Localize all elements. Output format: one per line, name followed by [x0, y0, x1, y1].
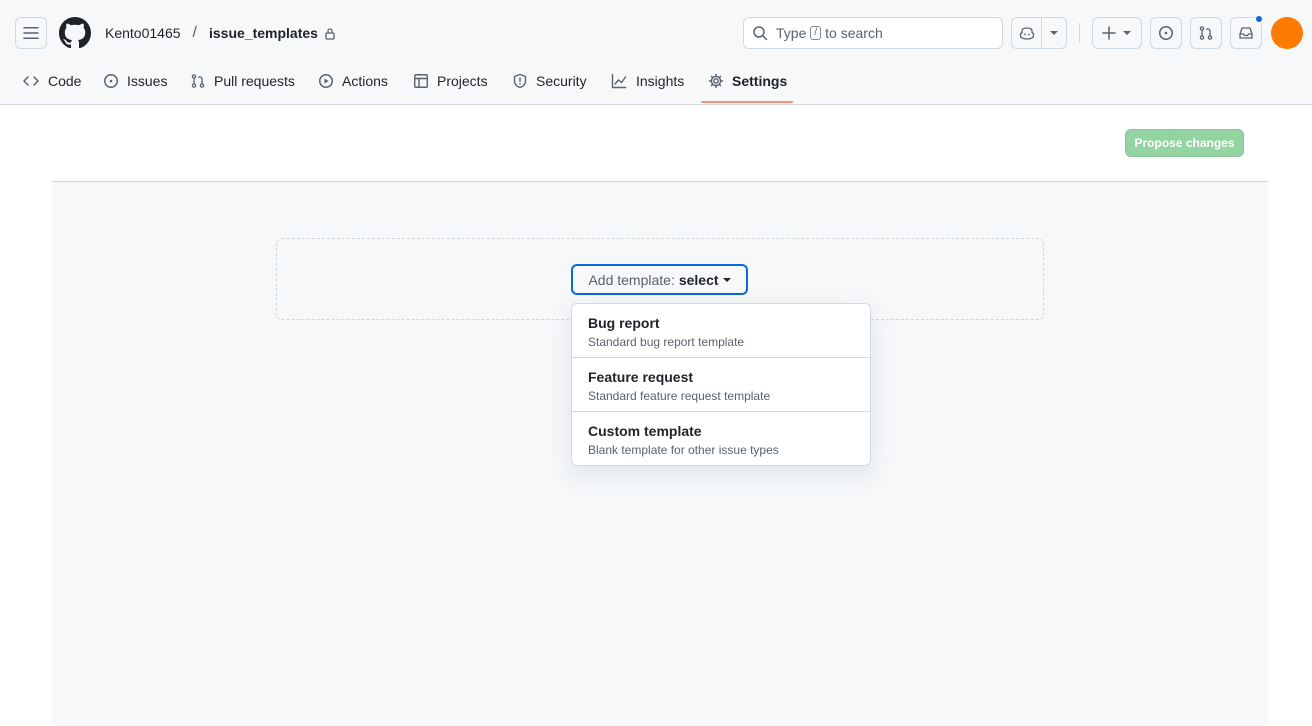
- hamburger-icon: [23, 27, 39, 39]
- issue-opened-icon: [1159, 26, 1173, 40]
- dropdown-item-custom-template[interactable]: Custom template Blank template for other…: [572, 412, 870, 465]
- dropdown-item-description: Standard feature request template: [588, 389, 771, 403]
- header-divider: [1079, 23, 1080, 43]
- create-new-button[interactable]: [1092, 17, 1142, 49]
- tab-projects[interactable]: Projects: [413, 66, 488, 105]
- copilot-button-group: [1011, 17, 1067, 49]
- search-shortcut-key: /: [810, 26, 822, 40]
- triangle-down-icon: [722, 277, 731, 282]
- tab-insights[interactable]: Insights: [610, 66, 684, 105]
- issue-opened-icon: [104, 74, 118, 88]
- play-icon: [319, 74, 333, 88]
- repo-link[interactable]: issue_templates: [209, 25, 318, 41]
- copilot-button[interactable]: [1012, 18, 1043, 48]
- shield-icon: [513, 73, 527, 89]
- tab-label: Security: [536, 73, 587, 89]
- gear-icon: [708, 73, 724, 89]
- avatar[interactable]: [1271, 17, 1303, 49]
- lock-icon: [325, 27, 335, 40]
- tab-label: Settings: [732, 73, 788, 89]
- search-icon: [753, 26, 768, 41]
- tab-label: Pull requests: [214, 73, 295, 89]
- tab-pull-requests[interactable]: Pull requests: [190, 66, 295, 105]
- your-pull-requests-button[interactable]: [1190, 17, 1222, 49]
- dropdown-item-title: Custom template: [588, 423, 702, 439]
- dropdown-item-description: Blank template for other issue types: [588, 443, 779, 457]
- dropdown-item-title: Feature request: [588, 369, 694, 385]
- plus-icon: [1102, 26, 1116, 40]
- tab-label: Code: [48, 73, 82, 89]
- tab-code[interactable]: Code: [22, 66, 81, 105]
- repo-nav: Code Issues Pull requests Actions Projec…: [0, 66, 1312, 105]
- inbox-icon: [1239, 27, 1253, 39]
- tab-label: Actions: [342, 73, 388, 89]
- git-pull-request-icon: [191, 74, 205, 88]
- app-header: Kento01465 / issue_templates Type / to s…: [0, 0, 1312, 105]
- owner-link[interactable]: Kento01465: [105, 25, 181, 41]
- tab-actions[interactable]: Actions: [318, 66, 388, 105]
- git-pull-request-icon: [1199, 26, 1213, 40]
- tab-label: Issues: [127, 73, 168, 89]
- tab-security[interactable]: Security: [512, 66, 587, 105]
- table-icon: [414, 74, 428, 88]
- tab-label: Projects: [437, 73, 488, 89]
- breadcrumb: Kento01465 / issue_templates: [105, 24, 336, 42]
- dropdown-item-feature-request[interactable]: Feature request Standard feature request…: [572, 358, 870, 412]
- tab-issues[interactable]: Issues: [103, 66, 167, 105]
- breadcrumb-separator: /: [192, 24, 197, 41]
- github-logo-icon[interactable]: [59, 17, 91, 49]
- copilot-icon: [1019, 27, 1034, 40]
- dropdown-item-bug-report[interactable]: Bug report Standard bug report template: [572, 304, 870, 358]
- search-prefix: Type: [776, 25, 807, 41]
- propose-changes-button[interactable]: Propose changes: [1125, 129, 1244, 157]
- code-icon: [23, 76, 39, 86]
- add-template-prefix: Add template:: [588, 271, 675, 288]
- dropdown-item-title: Bug report: [588, 315, 660, 331]
- dropdown-item-description: Standard bug report template: [588, 335, 745, 349]
- search-input[interactable]: Type / to search: [743, 17, 1003, 49]
- add-template-select-button[interactable]: Add template: select: [571, 264, 748, 295]
- search-suffix: to search: [825, 25, 883, 41]
- copilot-dropdown-button[interactable]: [1042, 18, 1066, 48]
- notification-indicator: [1255, 15, 1263, 23]
- top-bar: Kento01465 / issue_templates Type / to s…: [0, 0, 1312, 66]
- triangle-down-icon: [1050, 31, 1059, 35]
- selected-tab-indicator: [701, 101, 793, 103]
- tab-settings[interactable]: Settings: [708, 66, 787, 105]
- graph-icon: [611, 73, 627, 89]
- hamburger-menu-button[interactable]: [15, 17, 47, 49]
- template-dropdown-menu: Bug report Standard bug report template …: [571, 303, 871, 466]
- add-template-value: select: [678, 271, 719, 288]
- triangle-down-icon: [1123, 31, 1131, 35]
- tab-label: Insights: [636, 73, 685, 89]
- your-issues-button[interactable]: [1150, 17, 1182, 49]
